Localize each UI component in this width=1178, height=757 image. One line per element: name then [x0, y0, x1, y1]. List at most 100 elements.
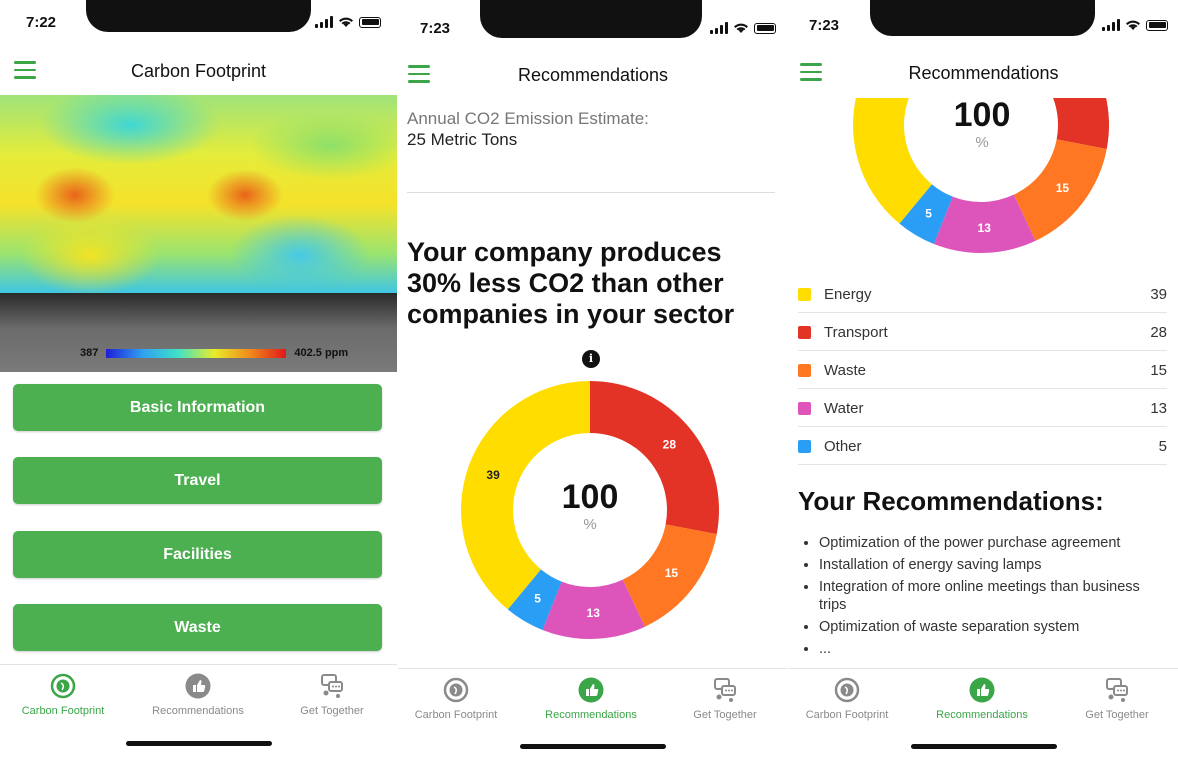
legend-label: Transport — [824, 324, 888, 341]
map-legend: 387 402.5 ppm — [80, 347, 348, 359]
legend-swatch — [798, 440, 811, 453]
donut-unit: % — [975, 134, 989, 151]
chat-people-icon — [1106, 678, 1128, 702]
tab-label: Get Together — [693, 709, 757, 721]
legend-row-water[interactable]: Water 13 — [798, 389, 1167, 427]
donut-total: 100 — [561, 478, 619, 516]
recommendations-list: Optimization of the power purchase agree… — [819, 534, 1164, 662]
donut-data-label: 13 — [978, 221, 992, 235]
co2-heatmap — [0, 95, 397, 293]
home-indicator[interactable] — [520, 744, 666, 749]
legend-value: 39 — [1150, 286, 1167, 303]
notch — [480, 0, 702, 38]
screen-recommendations-chart: 7:23 Recommendations Annual CO2 Emission… — [398, 0, 788, 757]
legend-row-energy[interactable]: Energy 39 — [798, 275, 1167, 313]
status-bar: 7:23 — [398, 0, 788, 46]
status-icons — [315, 16, 381, 28]
tab-get-together[interactable]: Get Together — [660, 677, 788, 721]
recommendation-item: ... — [819, 640, 1164, 658]
legend-row-other[interactable]: Other 5 — [798, 427, 1167, 465]
donut-center: 100 % — [932, 96, 1032, 151]
tab-bar: Carbon Footprint Recommendations Get Tog… — [398, 668, 788, 757]
tab-carbon-footprint[interactable]: Carbon Footprint — [398, 677, 521, 721]
chat-people-icon — [321, 674, 343, 698]
battery-icon — [754, 22, 776, 34]
tab-label: Carbon Footprint — [21, 705, 105, 717]
divider — [407, 192, 775, 193]
tab-carbon-footprint[interactable]: Carbon Footprint — [789, 677, 912, 721]
status-icons — [710, 22, 776, 34]
comparison-headline: Your company produces 30% less CO2 than … — [407, 237, 735, 329]
footprint-icon — [834, 677, 860, 703]
tab-get-together[interactable]: Get Together — [1052, 677, 1178, 721]
waste-button[interactable]: Waste — [13, 604, 382, 651]
info-icon[interactable]: i — [582, 350, 600, 368]
legend-value: 5 — [1158, 438, 1167, 455]
footprint-icon — [443, 677, 469, 703]
notch — [870, 0, 1095, 36]
legend-value: 15 — [1150, 362, 1167, 379]
battery-icon — [1146, 19, 1168, 31]
legend-row-waste[interactable]: Waste 15 — [798, 351, 1167, 389]
tab-label: Get Together — [1085, 709, 1149, 721]
screen-carbon-footprint: 7:22 Carbon Footprint 387 402.5 ppm Basi… — [0, 0, 397, 757]
screen-recommendations-list: 28 15 13 5 39 100 % 7:23 Recommendations Ene… — [789, 0, 1178, 757]
antarctica-region — [0, 293, 397, 372]
donut-center: 100 % — [540, 478, 640, 533]
app-header: Carbon Footprint — [0, 46, 397, 96]
home-indicator[interactable] — [910, 744, 1057, 749]
tab-label: Recommendations — [152, 705, 244, 717]
donut-data-label: 28 — [663, 437, 677, 451]
travel-button[interactable]: Travel — [13, 457, 382, 504]
chat-people-icon — [714, 678, 736, 702]
emission-estimate: Annual CO2 Emission Estimate: 25 Metric … — [407, 108, 649, 150]
signal-icon — [1102, 19, 1120, 31]
signal-icon — [710, 22, 728, 34]
footprint-icon — [50, 673, 76, 699]
tab-recommendations[interactable]: Recommendations — [917, 677, 1047, 721]
tab-carbon-footprint[interactable]: Carbon Footprint — [0, 673, 128, 717]
basic-information-button[interactable]: Basic Information — [13, 384, 382, 431]
estimate-label: Annual CO2 Emission Estimate: — [407, 109, 649, 128]
wifi-icon — [339, 17, 353, 27]
wifi-icon — [1126, 20, 1140, 30]
tab-label: Get Together — [300, 705, 364, 717]
thumbs-up-icon — [578, 677, 604, 703]
legend-row-transport[interactable]: Transport 28 — [798, 313, 1167, 351]
battery-icon — [359, 16, 381, 28]
tab-label: Carbon Footprint — [805, 709, 889, 721]
status-bar: 7:22 — [0, 0, 397, 46]
legend-value: 13 — [1150, 400, 1167, 417]
tab-bar: Carbon Footprint Recommendations Get Tog… — [0, 664, 397, 756]
donut-total: 100 — [953, 96, 1011, 134]
app-header: Recommendations — [789, 48, 1178, 98]
thumbs-up-icon — [969, 677, 995, 703]
map-legend-max: 402.5 ppm — [294, 347, 349, 359]
donut-data-label: 5 — [534, 592, 541, 606]
facilities-button[interactable]: Facilities — [13, 531, 382, 578]
tab-get-together[interactable]: Get Together — [267, 673, 397, 717]
recommendation-item: Optimization of waste separation system — [819, 618, 1164, 636]
status-time: 7:23 — [420, 20, 451, 37]
donut-data-label: 15 — [1056, 181, 1070, 195]
tab-recommendations[interactable]: Recommendations — [526, 677, 656, 721]
app-header: Recommendations — [398, 50, 788, 100]
thumbs-up-icon — [185, 673, 211, 699]
legend-swatch — [798, 288, 811, 301]
status-time: 7:23 — [809, 17, 840, 34]
page-title: Recommendations — [908, 63, 1059, 83]
status-icons — [1102, 19, 1168, 31]
donut-unit: % — [583, 516, 597, 533]
notch — [86, 0, 311, 32]
tab-label: Carbon Footprint — [414, 709, 498, 721]
legend-swatch — [798, 364, 811, 377]
tab-label: Recommendations — [936, 709, 1028, 721]
map-legend-gradient — [106, 348, 287, 358]
estimate-value: 25 Metric Tons — [407, 130, 518, 149]
legend-label: Energy — [824, 286, 872, 303]
map-legend-min: 387 — [80, 347, 99, 359]
tab-recommendations[interactable]: Recommendations — [133, 673, 263, 717]
home-indicator[interactable] — [125, 741, 272, 746]
page-title: Carbon Footprint — [130, 61, 267, 81]
page-title: Recommendations — [517, 65, 669, 85]
